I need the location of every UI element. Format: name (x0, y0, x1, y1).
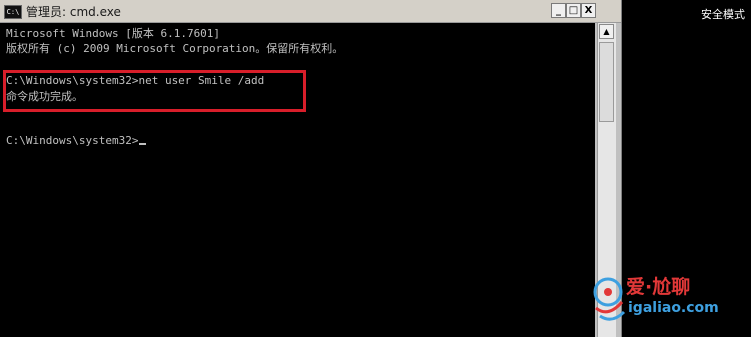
title-bar[interactable]: C:\ 管理员: cmd.exe _ □ X (0, 0, 621, 23)
console-prompt-line[interactable]: C:\Windows\system32> (6, 134, 147, 148)
watermark-url: igaliao.com (628, 300, 719, 316)
window-title: 管理员: cmd.exe (26, 5, 121, 19)
scroll-up-arrow-icon[interactable]: ▲ (599, 24, 614, 39)
minimize-button[interactable]: _ (551, 3, 566, 18)
safe-mode-label: 安全模式 (701, 8, 745, 21)
command-highlight-box (3, 70, 306, 112)
watermark: 爱·尬聊 igaliao.com (588, 268, 748, 328)
console-prompt: C:\Windows\system32> (6, 134, 139, 147)
watermark-brand: 爱·尬聊 (626, 276, 691, 298)
close-button[interactable]: X (581, 3, 596, 18)
console-output[interactable]: Microsoft Windows [版本 6.1.7601] 版权所有 (c)… (0, 23, 595, 337)
console-line-copyright: 版权所有 (c) 2009 Microsoft Corporation。保留所有… (6, 42, 344, 55)
caption-buttons: _ □ X (551, 3, 596, 18)
scroll-thumb[interactable] (599, 42, 614, 122)
console-line-version: Microsoft Windows [版本 6.1.7601] (6, 27, 221, 40)
text-cursor (139, 143, 147, 145)
cmd-app-icon[interactable]: C:\ (4, 5, 22, 19)
watermark-logo-icon (593, 277, 626, 321)
cmd-window: C:\ 管理员: cmd.exe _ □ X Microsoft Windows… (0, 0, 622, 337)
maximize-button[interactable]: □ (566, 3, 581, 18)
